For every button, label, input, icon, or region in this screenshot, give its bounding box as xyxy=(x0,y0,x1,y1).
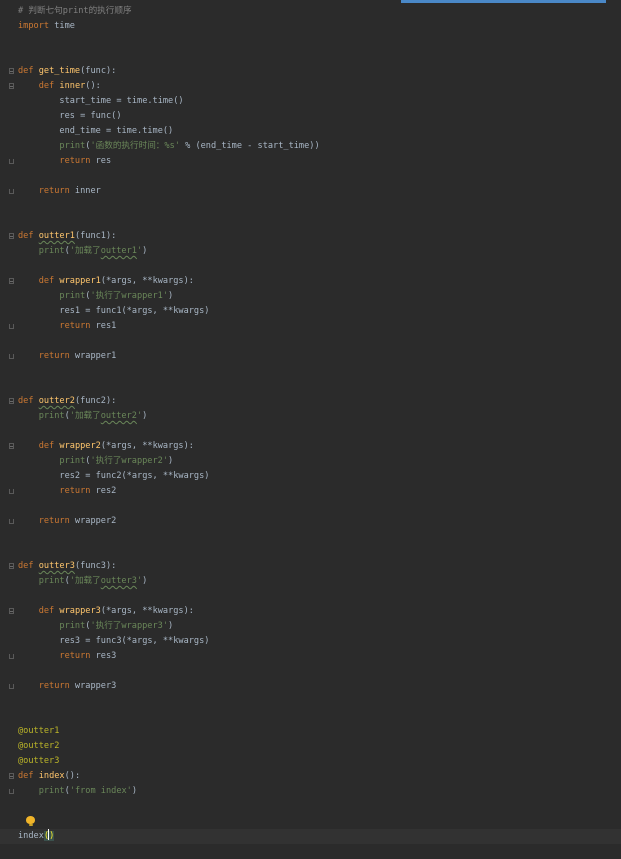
code-line: return wrapper2 xyxy=(0,514,621,529)
fold-toggle-icon[interactable] xyxy=(9,443,14,449)
fold-toggle-icon[interactable] xyxy=(9,773,14,779)
code-line-current[interactable]: index() xyxy=(0,829,621,844)
fold-toggle-icon[interactable] xyxy=(9,233,14,239)
fold-toggle-icon[interactable] xyxy=(9,278,14,284)
code-line: print('加载了outter2') xyxy=(38,411,148,421)
fold-end-icon[interactable] xyxy=(9,789,14,794)
scrollbar-thumb[interactable] xyxy=(401,0,606,3)
code-line: def outter1(func1): xyxy=(0,229,621,244)
code-line: def wrapper1(*args, **kwargs): xyxy=(0,274,621,289)
fold-toggle-icon[interactable] xyxy=(9,608,14,614)
code-line: def inner(): xyxy=(0,79,621,94)
lightbulb-icon[interactable] xyxy=(26,816,35,827)
code-line: return inner xyxy=(0,184,621,199)
code-line: return res1 xyxy=(0,319,621,334)
code-line: @outter1 xyxy=(18,726,60,736)
fold-end-icon[interactable] xyxy=(9,324,14,329)
code-line: end_time = time.time() xyxy=(59,126,174,136)
code-line: print('加载了outter1') xyxy=(38,246,148,256)
code-line: @outter3 xyxy=(18,756,60,766)
code-line: print('加载了outter3') xyxy=(38,576,148,586)
fold-toggle-icon[interactable] xyxy=(9,83,14,89)
fold-end-icon[interactable] xyxy=(9,684,14,689)
code-line: return res xyxy=(0,154,621,169)
fold-end-icon[interactable] xyxy=(9,489,14,494)
code-line: def wrapper2(*args, **kwargs): xyxy=(0,439,621,454)
code-line: return res3 xyxy=(0,649,621,664)
code-line: res1 = func1(*args, **kwargs) xyxy=(59,306,210,316)
fold-end-icon[interactable] xyxy=(9,654,14,659)
code-line: res = func() xyxy=(59,111,122,121)
fold-end-icon[interactable] xyxy=(9,519,14,524)
code-line: def outter3(func3): xyxy=(0,559,621,574)
fold-toggle-icon[interactable] xyxy=(9,398,14,404)
code-line: print('函数的执行时间：%s' % (end_time - start_t… xyxy=(59,141,320,151)
fold-end-icon[interactable] xyxy=(9,354,14,359)
code-line: return wrapper1 xyxy=(0,349,621,364)
code-line xyxy=(0,814,621,829)
code-line: def outter2(func2): xyxy=(0,394,621,409)
code-line: start_time = time.time() xyxy=(59,96,184,106)
code-line: res2 = func2(*args, **kwargs) xyxy=(59,471,210,481)
code-line: print('执行了wrapper1') xyxy=(59,291,174,301)
fold-end-icon[interactable] xyxy=(9,159,14,164)
code-line: def get_time(func): xyxy=(0,64,621,79)
code-line: # 判断七句print的执行顺序 xyxy=(18,6,132,16)
code-line: return res2 xyxy=(0,484,621,499)
code-line: print('执行了wrapper2') xyxy=(59,456,174,466)
code-editor[interactable]: # 判断七句print的执行顺序 import time def get_tim… xyxy=(0,4,621,844)
code-line: print('from index') xyxy=(0,784,621,799)
fold-end-icon[interactable] xyxy=(9,189,14,194)
fold-toggle-icon[interactable] xyxy=(9,563,14,569)
code-line: import time xyxy=(18,21,75,31)
fold-toggle-icon[interactable] xyxy=(9,68,14,74)
code-line: @outter2 xyxy=(18,741,60,751)
code-line: def index(): xyxy=(0,769,621,784)
code-line: print('执行了wrapper3') xyxy=(59,621,174,631)
code-line: def wrapper3(*args, **kwargs): xyxy=(0,604,621,619)
code-line: res3 = func3(*args, **kwargs) xyxy=(59,636,210,646)
code-line: return wrapper3 xyxy=(0,679,621,694)
